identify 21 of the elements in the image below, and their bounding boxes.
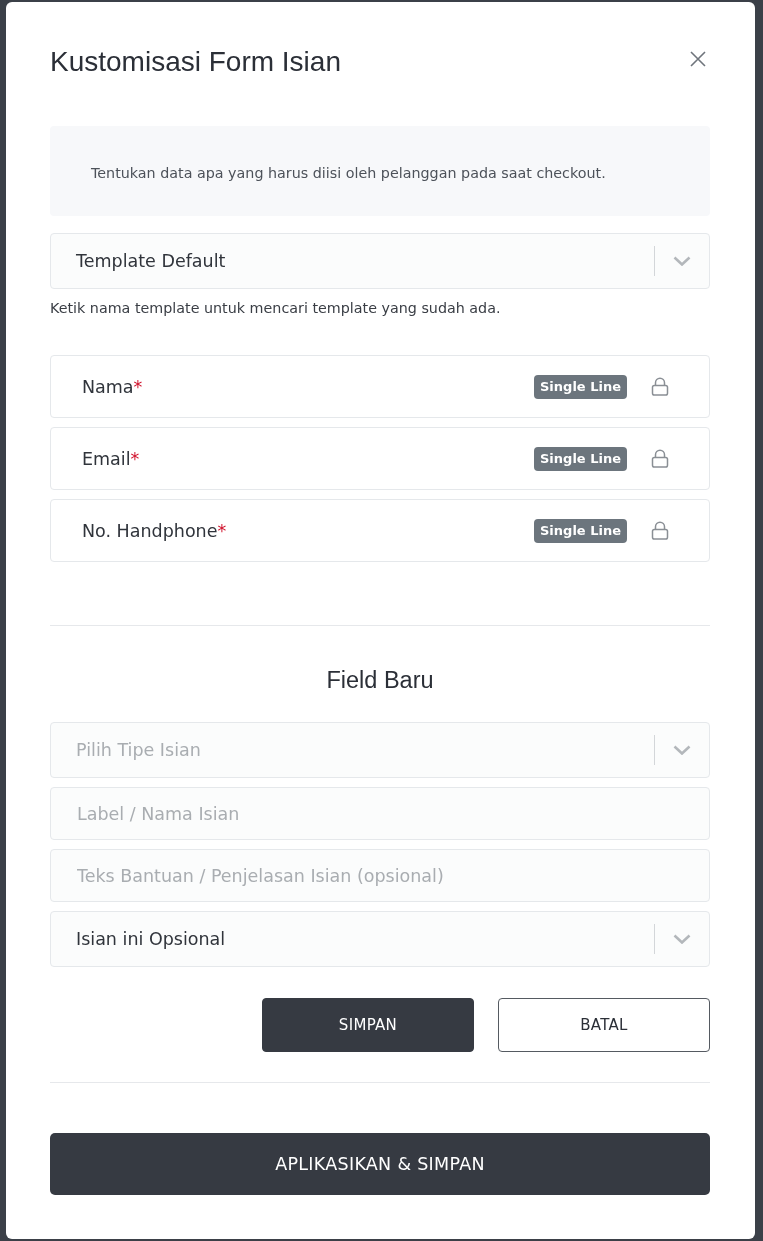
apply-save-button[interactable]: APLIKASIKAN & SIMPAN: [50, 1133, 710, 1195]
field-label: Nama*: [82, 376, 143, 397]
type-badge: Single Line: [534, 446, 627, 471]
close-icon[interactable]: [690, 51, 706, 67]
chevron-down-icon: [673, 256, 691, 266]
info-text: Tentukan data apa yang harus diisi oleh pelanggan pada saat checkout.: [91, 164, 606, 183]
save-button[interactable]: SIMPAN: [262, 998, 474, 1052]
chevron-down-icon: [673, 934, 691, 944]
type-badge: Single Line: [534, 374, 627, 399]
type-badge: Single Line: [534, 518, 627, 543]
cancel-button[interactable]: BATAL: [498, 998, 710, 1052]
input-field[interactable]: Teks Bantuan / Penjelasan Isian (opsional): [50, 849, 710, 902]
select-field[interactable]: Isian ini Opsional: [50, 911, 710, 967]
chevron-down-icon: [673, 745, 691, 755]
dialog-title: Kustomisasi Form Isian: [50, 45, 341, 79]
template-select[interactable]: Template Default: [50, 233, 710, 289]
field-label: No. Handphone*: [82, 520, 227, 541]
input-field[interactable]: Label / Nama Isian: [50, 787, 710, 840]
section-title: Field Baru: [325, 666, 435, 695]
help-text: Ketik nama template untuk mencari template yang sudah ada.: [50, 299, 502, 318]
field-label: Email*: [82, 448, 140, 469]
